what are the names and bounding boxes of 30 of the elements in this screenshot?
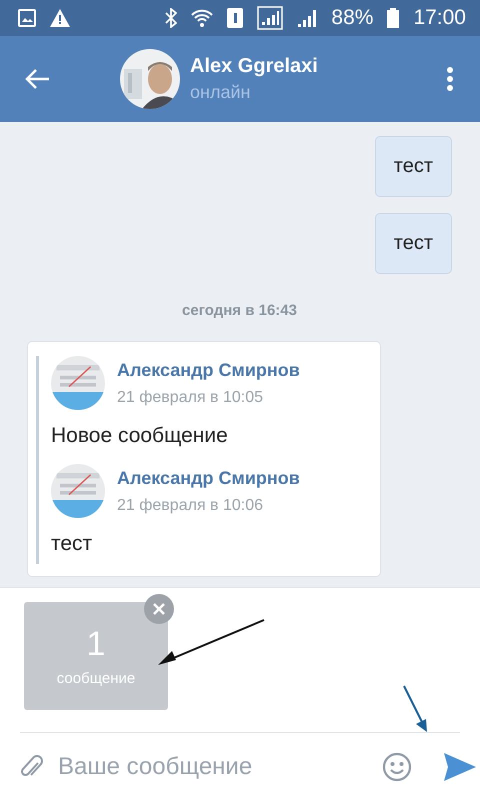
more-menu-icon[interactable] [446, 67, 454, 91]
message-text: Новое сообщение [51, 424, 229, 448]
signal-icon [257, 6, 284, 30]
close-icon [153, 603, 165, 615]
message-input[interactable]: Ваше сообщение [56, 752, 370, 782]
clock: 17:00 [413, 6, 466, 30]
sim-icon [227, 8, 244, 28]
wifi-icon [191, 8, 214, 28]
attachment-label: сообщение [56, 670, 136, 687]
close-button[interactable] [144, 594, 174, 624]
author-name[interactable]: Александр Смирнов [117, 360, 300, 380]
battery-icon [387, 8, 400, 28]
back-button[interactable] [24, 68, 50, 90]
battery-percent: 88% [331, 6, 374, 30]
author-name[interactable]: Александр Смирнов [117, 468, 300, 488]
message-date: 21 февраля в 10:05 [117, 388, 264, 406]
date-separator: сегодня в 16:43 [182, 302, 297, 319]
image-icon [18, 9, 36, 27]
message-bubble: тест [374, 213, 452, 274]
contact-name: Alex Ggrelaxi [190, 55, 318, 78]
contact-status: онлайн [190, 82, 252, 103]
signal-icon [297, 8, 318, 28]
send-icon[interactable] [444, 752, 476, 780]
message-bubble: тест [374, 136, 452, 197]
message-text: тест [51, 532, 94, 556]
bluetooth-icon [165, 8, 178, 28]
message-date: 21 февраля в 10:06 [117, 496, 264, 514]
emoji-icon[interactable] [382, 752, 412, 782]
warning-icon [50, 9, 70, 27]
message-count: 1 [86, 625, 106, 664]
